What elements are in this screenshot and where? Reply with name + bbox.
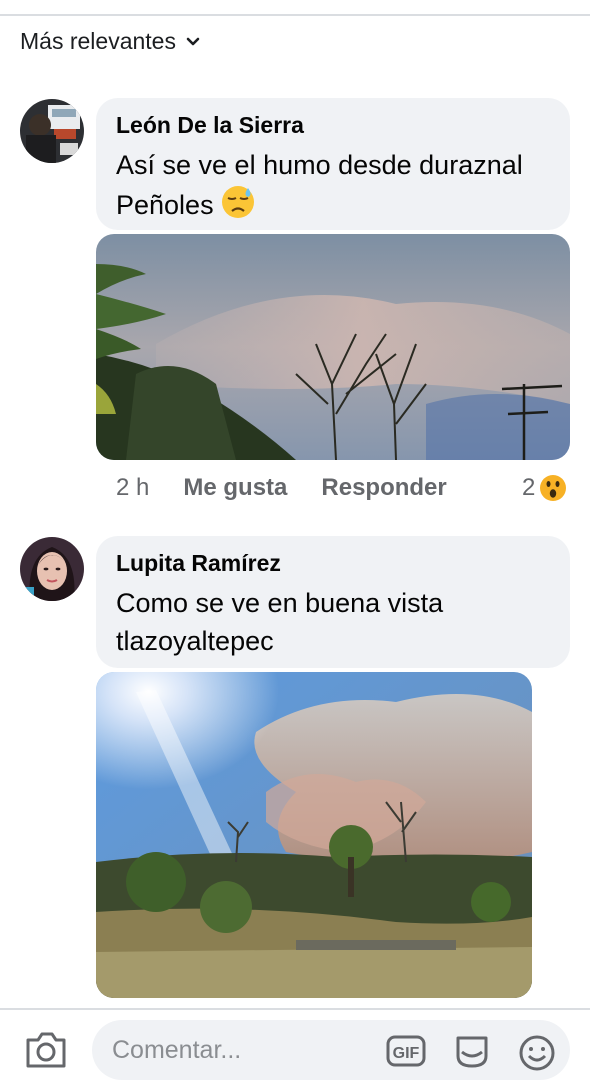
avatar-comment-1[interactable] xyxy=(20,99,84,163)
comment-bubble-1: León De la Sierra Así se ve el humo desd… xyxy=(96,98,570,230)
downcast-sweat-face-emoji xyxy=(221,186,254,218)
comment-author-1[interactable]: León De la Sierra xyxy=(116,110,550,140)
comment-input[interactable] xyxy=(92,1020,570,1080)
avatar-comment-2[interactable] xyxy=(20,537,84,601)
sort-dropdown[interactable]: Más relevantes xyxy=(20,28,200,55)
like-button-1[interactable]: Me gusta xyxy=(183,474,287,502)
comment-time-1[interactable]: 2 h xyxy=(116,474,149,502)
reply-button-1[interactable]: Responder xyxy=(321,474,446,502)
sticker-icon[interactable] xyxy=(452,1034,492,1068)
top-divider xyxy=(0,14,590,16)
comment-bubble-2: Lupita Ramírez Como se ve en buena vista… xyxy=(96,536,570,668)
comment-text-1: Así se ve el humo desde duraznal Peñoles xyxy=(116,146,550,224)
gif-button[interactable]: GIF xyxy=(386,1034,426,1073)
reaction-count-1: 2 xyxy=(522,474,536,501)
smiley-icon[interactable] xyxy=(518,1034,556,1072)
sort-label: Más relevantes xyxy=(20,28,176,54)
comment-photo-2[interactable] xyxy=(96,672,532,998)
wow-reaction-icon xyxy=(540,475,567,501)
comment-text-2: Como se ve en buena vista tlazoyaltepec xyxy=(116,588,444,656)
comment-text-1-content: Así se ve el humo desde duraznal Peñoles xyxy=(116,150,523,220)
camera-icon[interactable] xyxy=(24,1028,68,1068)
reaction-summary-1[interactable]: 2 xyxy=(522,474,567,502)
comment-author-2[interactable]: Lupita Ramírez xyxy=(116,548,550,578)
comment-actions-1: 2 h Me gusta Responder xyxy=(116,474,447,502)
comment-photo-1[interactable] xyxy=(96,234,570,460)
chevron-down-icon xyxy=(186,37,200,45)
gif-label: GIF xyxy=(393,1045,420,1062)
